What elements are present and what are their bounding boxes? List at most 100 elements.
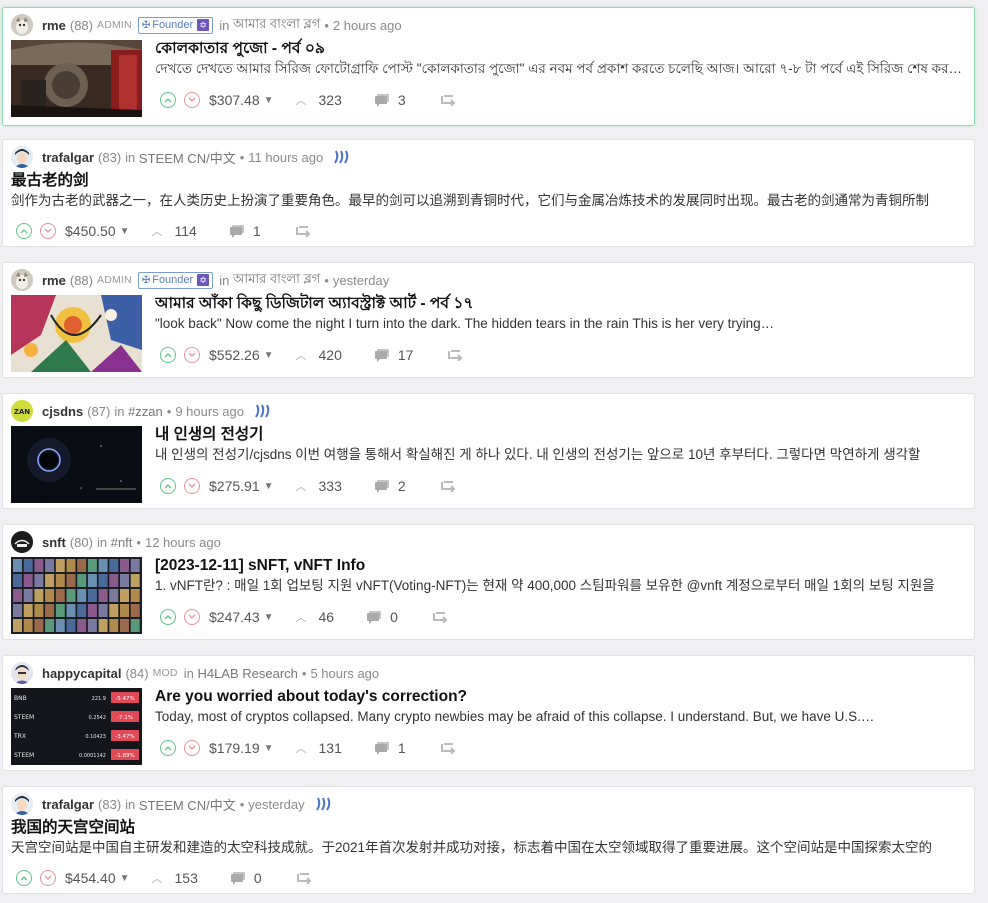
post-title[interactable]: 我国的天宫空间站 [11,817,964,838]
comments-link[interactable]: 0 [230,870,262,886]
post-title[interactable]: [2023-12-11] sNFT, vNFT Info [155,555,964,576]
post-card[interactable]: snft (80) in #nft • 12 hours ago [2023-1… [2,524,975,640]
avatar[interactable]: ZAN [11,400,33,422]
post-title[interactable]: কোলকাতার পুজো - পর্ব ০৯ [155,38,964,59]
author-name[interactable]: rme [42,18,66,33]
downvote-button[interactable] [40,870,56,886]
post-card[interactable]: rme (88) ADMIN ✠ Founder ✡ in আমার বাংলা ব… [2,262,975,378]
post-card[interactable]: trafalgar (83) in STEEM CN/中文 • yesterda… [2,786,975,894]
votes-count[interactable]: ︿ 333 [296,478,342,494]
post-title[interactable]: Are you worried about today's correction… [155,686,964,707]
post-summary[interactable]: 1. vNFT란? : 매일 1회 업보팅 지원 vNFT(Voting-NFT… [155,576,964,596]
post-card[interactable]: rme (88) ADMIN ✠ Founder ✡ in আমার বাংলা ব… [2,7,975,126]
post-thumbnail[interactable] [11,557,142,634]
post-time[interactable]: 12 hours ago [145,535,221,550]
votes-count[interactable]: ︿ 131 [296,740,342,756]
payout-dropdown-icon[interactable]: ▼ [120,226,130,237]
post-summary[interactable]: 剑作为古老的武器之一，在人类历史上扮演了重要角色。最早的剑可以追溯到青铜时代，它… [11,191,964,211]
comments-link[interactable]: 1 [374,740,406,756]
payout-dropdown-icon[interactable]: ▼ [264,612,274,623]
post-body[interactable]: 我国的天宫空间站 天宫空间站是中国自主研发和建造的太空科技成就。于2021年首次… [11,817,964,858]
community-link[interactable]: STEEM CN/中文 [139,148,236,167]
community-link[interactable]: H4LAB Research [197,666,297,681]
upvote-button[interactable] [160,347,176,363]
post-body[interactable]: Are you worried about today's correction… [155,686,964,727]
resteem-button[interactable] [440,94,456,106]
votes-count[interactable]: ︿ 46 [296,609,335,625]
payout-dropdown-icon[interactable]: ▼ [264,743,274,754]
avatar[interactable] [11,14,33,36]
author-name[interactable]: rme [42,273,66,288]
author-name[interactable]: trafalgar [42,797,94,812]
post-body[interactable]: কোলকাতার পুজো - পর্ব ০৯ দেখতে দেখতে আমার… [155,38,964,79]
payout-value[interactable]: $275.91 [209,478,260,494]
community-link[interactable]: #nft [111,535,133,550]
upvote-button[interactable] [160,609,176,625]
payout-dropdown-icon[interactable]: ▼ [264,350,274,361]
upvote-button[interactable] [160,478,176,494]
post-time[interactable]: 11 hours ago [248,150,323,165]
post-summary[interactable]: "look back" Now come the night I turn in… [155,314,964,334]
votes-count[interactable]: ︿ 153 [152,870,198,886]
post-thumbnail[interactable] [11,40,142,117]
payout-value[interactable]: $307.48 [209,92,260,108]
votes-count[interactable]: ︿ 114 [152,223,197,239]
upvote-button[interactable] [16,223,32,239]
post-title[interactable]: 내 인생의 전성기 [155,424,964,445]
resteem-button[interactable] [296,872,312,884]
post-card[interactable]: happycapital (84) MOD in H4LAB Research … [2,655,975,771]
community-link[interactable]: আমার বাংলা ব্লগ [233,15,320,36]
author-name[interactable]: trafalgar [42,150,94,165]
upvote-button[interactable] [160,92,176,108]
downvote-button[interactable] [184,740,200,756]
author-name[interactable]: cjsdns [42,404,83,419]
downvote-button[interactable] [40,223,56,239]
post-card[interactable]: trafalgar (83) in STEEM CN/中文 • 11 hours… [2,139,975,247]
comments-link[interactable]: 1 [229,223,261,239]
post-time[interactable]: 9 hours ago [175,404,244,419]
post-thumbnail[interactable] [11,295,142,372]
comments-link[interactable]: 3 [374,92,406,108]
payout-dropdown-icon[interactable]: ▼ [264,481,274,492]
post-summary[interactable]: দেখতে দেখতে আমার সিরিজ ফোটোগ্রাফি পোস্ট … [155,59,964,79]
avatar[interactable] [11,793,33,815]
community-link[interactable]: #zzan [128,404,163,419]
post-body[interactable]: 내 인생의 전성기 내 인생의 전성기/cjsdns 이번 여행을 통해서 확실… [155,424,964,465]
votes-count[interactable]: ︿ 323 [296,92,342,108]
resteem-button[interactable] [432,611,448,623]
downvote-button[interactable] [184,347,200,363]
avatar[interactable] [11,146,33,168]
resteem-button[interactable] [295,225,311,237]
avatar[interactable] [11,662,33,684]
post-card[interactable]: ZAN cjsdns (87) in #zzan • 9 hours ago 내… [2,393,975,509]
comments-link[interactable]: 0 [366,609,398,625]
downvote-button[interactable] [184,478,200,494]
payout-dropdown-icon[interactable]: ▼ [120,873,130,884]
upvote-button[interactable] [16,870,32,886]
payout-value[interactable]: $179.19 [209,740,260,756]
post-summary[interactable]: 天宫空间站是中国自主研发和建造的太空科技成就。于2021年首次发射并成功对接，标… [11,838,964,858]
author-name[interactable]: snft [42,535,66,550]
post-thumbnail[interactable] [11,426,142,503]
post-summary[interactable]: Today, most of cryptos collapsed. Many c… [155,707,964,727]
post-summary[interactable]: 내 인생의 전성기/cjsdns 이번 여행을 통해서 확실해진 게 하나 있다… [155,445,964,465]
upvote-button[interactable] [160,740,176,756]
post-body[interactable]: [2023-12-11] sNFT, vNFT Info 1. vNFT란? :… [155,555,964,596]
downvote-button[interactable] [184,92,200,108]
payout-value[interactable]: $454.40 [65,870,116,886]
comments-link[interactable]: 17 [374,347,413,363]
avatar[interactable] [11,269,33,291]
payout-dropdown-icon[interactable]: ▼ [264,95,274,106]
comments-link[interactable]: 2 [374,478,406,494]
post-time[interactable]: yesterday [248,797,304,812]
community-link[interactable]: STEEM CN/中文 [139,795,236,814]
post-thumbnail[interactable]: BNB 221.9 -5.47% STEEM 0.2542 -7.1% TRX 0.10423… [11,688,142,765]
payout-value[interactable]: $247.43 [209,609,260,625]
votes-count[interactable]: ︿ 420 [296,347,342,363]
post-body[interactable]: আমার আঁকা কিছু ডিজিটাল অ্যাবস্ট্রাক্ট আর… [155,293,964,334]
author-name[interactable]: happycapital [42,666,121,681]
avatar[interactable] [11,531,33,553]
resteem-button[interactable] [440,480,456,492]
payout-value[interactable]: $552.26 [209,347,260,363]
resteem-button[interactable] [447,349,463,361]
